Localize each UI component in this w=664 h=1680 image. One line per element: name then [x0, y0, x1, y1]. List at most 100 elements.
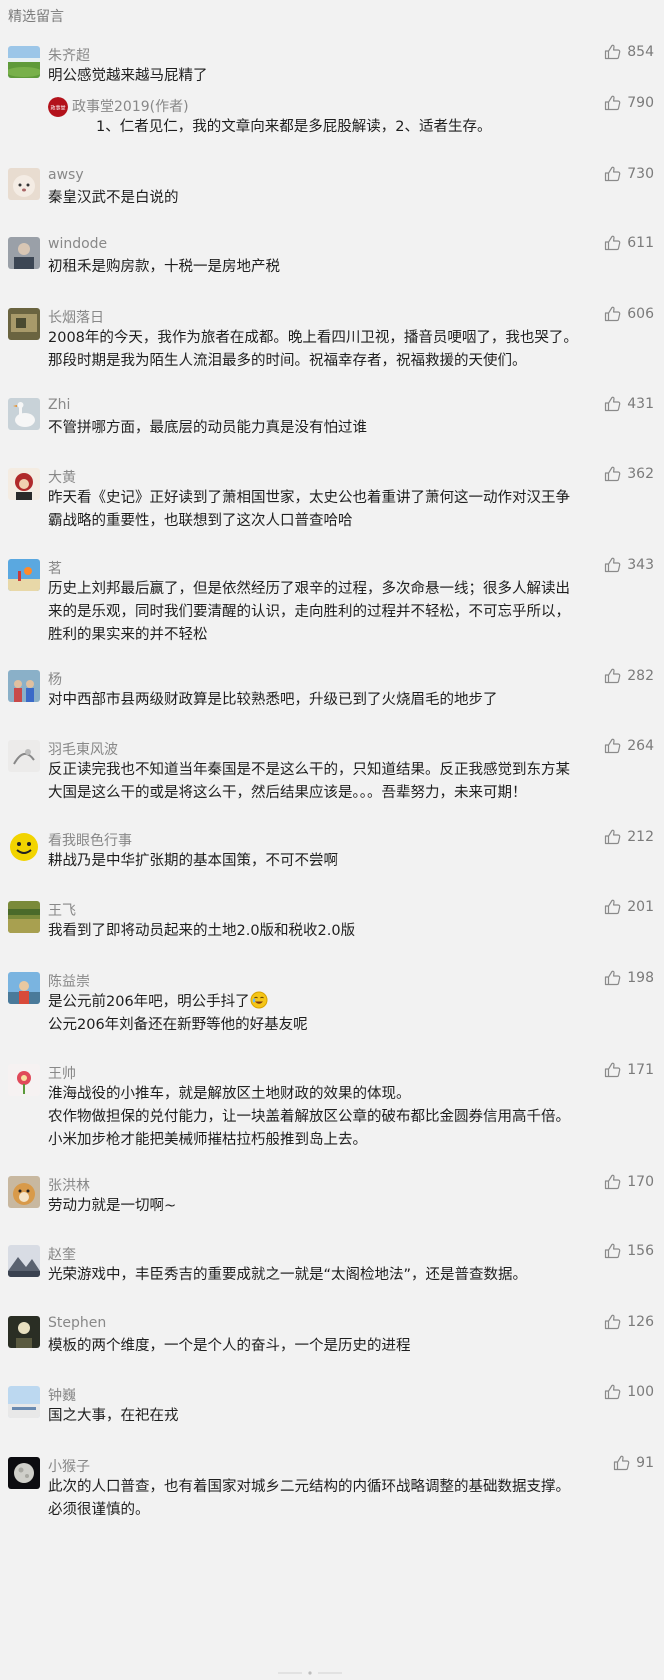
laugh-cry-emoji-icon — [250, 991, 268, 1009]
like-button[interactable]: 790 — [604, 95, 654, 111]
like-button[interactable]: 362 — [604, 466, 654, 482]
like-count: 126 — [627, 1314, 654, 1330]
comment-text: 光荣游戏中，丰臣秀吉的重要成就之一就是“太阁检地法”，还是普查数据。 — [48, 1264, 656, 1287]
comment-text-content: 明公感觉越来越马屁精了 — [48, 68, 208, 84]
comment-text: 2008年的今天，我作为旅者在成都。晚上看四川卫视，播音员哽咽了，我也哭了。 那… — [48, 327, 656, 373]
like-button[interactable]: 611 — [604, 235, 654, 251]
comment-text-content: 是公元前206年吧，明公手抖了 — [48, 994, 250, 1010]
thumbs-up-icon — [604, 44, 621, 60]
avatar-beach-icon[interactable] — [8, 559, 40, 591]
like-count: 611 — [627, 235, 654, 251]
like-button[interactable]: 156 — [604, 1243, 654, 1259]
like-button[interactable]: 198 — [604, 970, 654, 986]
comment-text: 明公感觉越来越马屁精了 — [48, 65, 656, 88]
avatar-family-icon[interactable] — [8, 670, 40, 702]
like-button[interactable]: 126 — [604, 1314, 654, 1330]
like-button[interactable]: 100 — [604, 1384, 654, 1400]
avatar-sky-icon[interactable] — [8, 972, 40, 1004]
like-count: 100 — [627, 1384, 654, 1400]
commenter-name: 看我眼色行事 — [48, 833, 132, 849]
comment-text-content: 模板的两个维度，一个是个人的奋斗，一个是历史的进程 — [48, 1338, 411, 1354]
comment-text-content: 反正读完我也不知道当年秦国是不是这么干的，只知道结果。反正我感觉到东方某 大国是… — [48, 762, 570, 801]
commenter-name: 赵奎 — [48, 1247, 76, 1263]
commenter-name: 羽毛東风波 — [48, 742, 118, 758]
avatar-flower-icon[interactable] — [8, 1064, 40, 1096]
thumbs-up-icon — [613, 1455, 630, 1471]
avatar-dog-icon[interactable] — [8, 1176, 40, 1208]
thumbs-up-icon — [604, 829, 621, 845]
comment-text: 国之大事，在祀在戎 — [48, 1405, 656, 1428]
thumbs-up-icon — [604, 557, 621, 573]
comment-text-content: 国之大事，在祀在戎 — [48, 1408, 179, 1424]
like-count: 854 — [627, 44, 654, 60]
comment-text: 秦皇汉武不是白说的 — [48, 187, 656, 210]
like-button[interactable]: 343 — [604, 557, 654, 573]
avatar-person-icon[interactable] — [8, 237, 40, 269]
thumbs-up-icon — [604, 235, 621, 251]
like-count: 606 — [627, 306, 654, 322]
like-count: 790 — [627, 95, 654, 111]
commenter-name: 小猴子 — [48, 1459, 90, 1475]
thumbs-up-icon — [604, 1384, 621, 1400]
comment-text: 反正读完我也不知道当年秦国是不是这么干的，只知道结果。反正我感觉到东方某 大国是… — [48, 759, 656, 805]
comment-text-content: 初租禾是购房款，十税一是房地产税 — [48, 259, 280, 275]
like-button[interactable]: 606 — [604, 306, 654, 322]
avatar-sketch-icon[interactable] — [8, 740, 40, 772]
comment-text-content: 此次的人口普查，也有着国家对城乡二元结构的内循环战略调整的基础数据支撑。 必须很… — [48, 1479, 570, 1518]
comment-text: 是公元前206年吧，明公手抖了 公元206年刘备还在新野等他的好基友呢 — [48, 991, 656, 1037]
comment-text-content: 对中西部市县两级财政算是比较熟悉吧，升级已到了火烧眉毛的地步了 — [48, 692, 498, 708]
comment-text: 初租禾是购房款，十税一是房地产税 — [48, 256, 656, 279]
commenter-name: 茗 — [48, 561, 62, 577]
comment-text: 此次的人口普查，也有着国家对城乡二元结构的内循环战略调整的基础数据支撑。 必须很… — [48, 1476, 656, 1522]
avatar-goose-icon[interactable] — [8, 398, 40, 430]
like-button[interactable]: 91 — [613, 1455, 654, 1471]
avatar-puppy-icon[interactable] — [8, 168, 40, 200]
avatar-smiley-icon[interactable] — [8, 831, 40, 863]
avatar-photo-icon[interactable] — [8, 308, 40, 340]
avatar-landscape-icon[interactable] — [8, 46, 40, 78]
thumbs-up-icon — [604, 668, 621, 684]
commenter-name: awsy — [48, 167, 84, 183]
like-count: 170 — [627, 1174, 654, 1190]
page-indicator — [0, 1661, 664, 1675]
like-count: 201 — [627, 899, 654, 915]
comment-text: 淮海战役的小推车，就是解放区土地财政的效果的体现。 农作物做担保的兑付能力，让一… — [48, 1083, 656, 1152]
like-button[interactable]: 264 — [604, 738, 654, 754]
like-button[interactable]: 730 — [604, 166, 654, 182]
avatar-character-icon[interactable] — [8, 468, 40, 500]
comment-text-content: 光荣游戏中，丰臣秀吉的重要成就之一就是“太阁检地法”，还是普查数据。 — [48, 1267, 528, 1283]
comment-text-content: 我看到了即将动员起来的土地2.0版和税收2.0版 — [48, 923, 356, 939]
avatar-silhouette-icon[interactable] — [8, 1316, 40, 1348]
comment-text-content: 2008年的今天，我作为旅者在成都。晚上看四川卫视，播音员哽咽了，我也哭了。 那… — [48, 330, 578, 369]
thumbs-up-icon — [604, 396, 621, 412]
avatar-building-icon[interactable] — [8, 1386, 40, 1418]
like-button[interactable]: 282 — [604, 668, 654, 684]
thumbs-up-icon — [604, 95, 621, 111]
like-button[interactable]: 854 — [604, 44, 654, 60]
reply-text: 1、仁者见仁，我的文章向来都是多屁股解读，2、适者生存。 — [96, 119, 492, 135]
like-count: 264 — [627, 738, 654, 754]
section-title: 精选留言 — [8, 9, 64, 25]
thumbs-up-icon — [604, 738, 621, 754]
commenter-name: 王帅 — [48, 1066, 76, 1082]
avatar-field-icon[interactable] — [8, 901, 40, 933]
thumbs-up-icon — [604, 1062, 621, 1078]
author-logo-icon[interactable]: 政事堂 — [48, 97, 68, 117]
like-button[interactable]: 201 — [604, 899, 654, 915]
avatar-mountain-icon[interactable] — [8, 1245, 40, 1277]
comment-text: 模板的两个维度，一个是个人的奋斗，一个是历史的进程 — [48, 1335, 656, 1358]
like-count: 431 — [627, 396, 654, 412]
comment-text-content: 劳动力就是一切啊~ — [48, 1198, 177, 1214]
like-button[interactable]: 171 — [604, 1062, 654, 1078]
comment-text: 劳动力就是一切啊~ — [48, 1195, 656, 1218]
comment-text: 不管拼哪方面，最底层的动员能力真是没有怕过谁 — [48, 417, 656, 440]
comment-text-content: 历史上刘邦最后赢了，但是依然经历了艰辛的过程，多次命悬一线；很多人解读出 来的是… — [48, 581, 570, 643]
avatar-moon-icon[interactable] — [8, 1457, 40, 1489]
comment-text-content: 秦皇汉武不是白说的 — [48, 190, 179, 206]
like-button[interactable]: 170 — [604, 1174, 654, 1190]
thumbs-up-icon — [604, 306, 621, 322]
like-button[interactable]: 431 — [604, 396, 654, 412]
author-name: 政事堂2019(作者) — [72, 99, 189, 115]
comment-text: 昨天看《史记》正好读到了萧相国世家，太史公也着重讲了萧何这一动作对汉王争 霸战略… — [48, 487, 656, 533]
like-button[interactable]: 212 — [604, 829, 654, 845]
